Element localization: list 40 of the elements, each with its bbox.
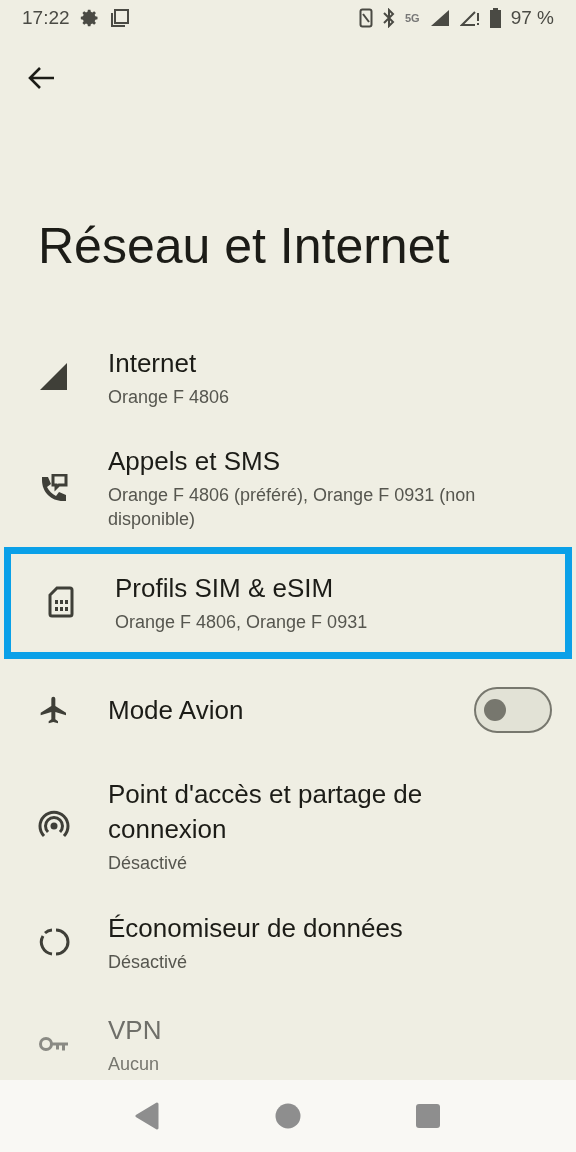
- key-icon: [38, 1034, 70, 1054]
- battery-icon: [489, 8, 501, 28]
- back-arrow-icon: [28, 66, 56, 90]
- item-title: Appels et SMS: [108, 445, 281, 478]
- clock: 17:22: [22, 7, 70, 29]
- settings-item[interactable]: Économiseur de données Désactivé: [0, 891, 576, 993]
- battery-percent: 97 %: [510, 7, 554, 29]
- settings-item[interactable]: Appels et SMS Orange F 4806 (préféré), Orange F 0931 (non disponible): [0, 428, 576, 547]
- nfc-icon: [359, 8, 373, 28]
- network-type: 5G: [405, 12, 420, 24]
- signal-icon: [39, 362, 69, 392]
- recents-button[interactable]: [413, 1101, 443, 1131]
- settings-item[interactable]: Internet Orange F 4806: [0, 326, 576, 428]
- item-title: VPN: [108, 1013, 163, 1047]
- signal-icon: [429, 9, 450, 27]
- sim-card-icon: [48, 586, 74, 618]
- item-title: Mode Avion: [108, 693, 245, 727]
- settings-item[interactable]: VPN Aucun: [0, 993, 576, 1095]
- data-saver-icon: [38, 926, 70, 958]
- highlighted-settings-item[interactable]: Profils SIM & eSIM Orange F 4806, Orange F 0931: [4, 547, 572, 659]
- toggle-switch[interactable]: [474, 687, 552, 733]
- item-title: Internet: [108, 346, 198, 380]
- bluetooth-icon: [383, 8, 395, 28]
- item-subtitle: Aucun: [108, 1052, 161, 1076]
- item-title: Point d'accès et partage de connexion: [108, 778, 424, 846]
- settings-item[interactable]: Point d'accès et partage de connexion Désactivé: [0, 761, 576, 891]
- signal-icon: [459, 9, 480, 27]
- item-title: Économiseur de données: [108, 911, 404, 945]
- item-title: Profils SIM & eSIM: [115, 571, 335, 605]
- screenshot-icon: [109, 8, 130, 28]
- item-subtitle: Désactivé: [108, 852, 189, 875]
- home-button[interactable]: [273, 1101, 303, 1131]
- phone-message-icon: [39, 473, 69, 502]
- settings-item[interactable]: Mode Avion: [0, 659, 576, 761]
- item-subtitle: Désactivé: [108, 950, 189, 974]
- page-title: Réseau et Internet: [38, 217, 451, 276]
- item-subtitle: Orange F 4806: [108, 385, 231, 409]
- item-subtitle: Orange F 4806 (préféré), Orange F 0931 (non disponible): [108, 484, 477, 531]
- settings-icon: [79, 8, 100, 28]
- item-subtitle: Orange F 4806, Orange F 0931: [115, 610, 369, 634]
